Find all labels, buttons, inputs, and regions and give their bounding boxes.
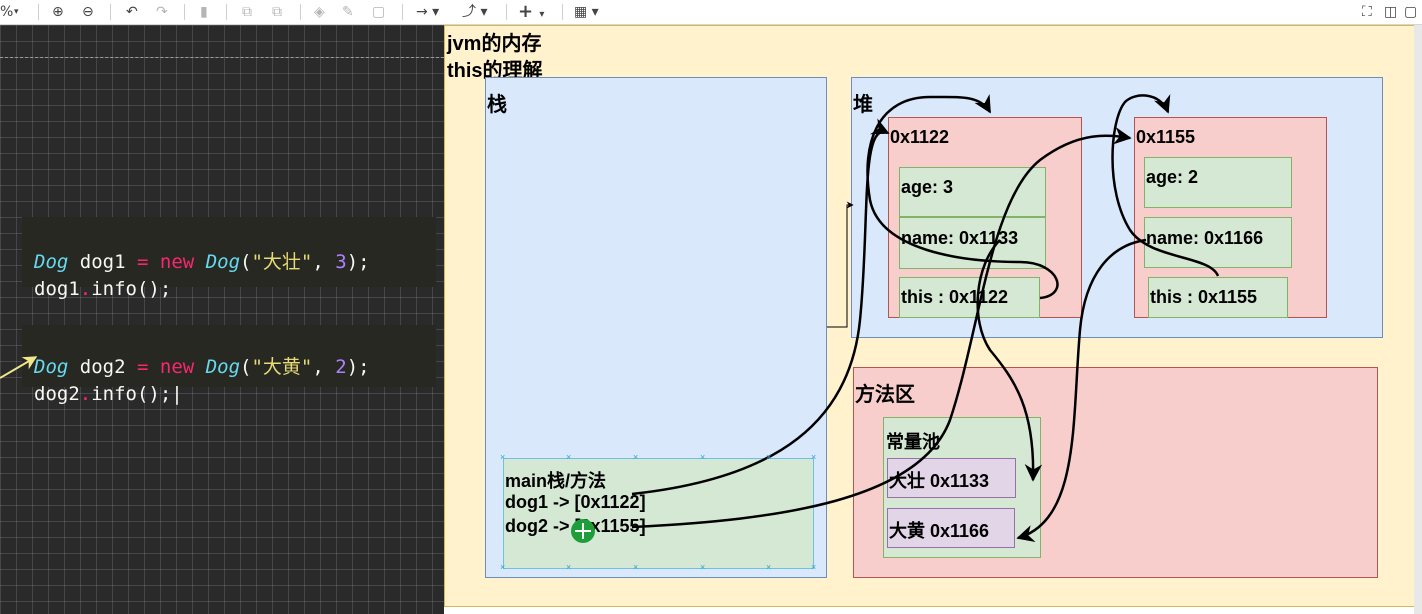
selection-handle[interactable]: ×: [566, 453, 571, 462]
diagram-connectors: [0, 93, 1220, 543]
selection-handle[interactable]: ×: [700, 453, 705, 462]
selection-handle[interactable]: ×: [811, 563, 816, 572]
selection-handle[interactable]: ×: [766, 453, 771, 462]
pointer-arrow: [0, 356, 38, 379]
stack-heap-connector: [827, 201, 854, 328]
selection-handle[interactable]: ×: [500, 453, 505, 462]
name2-string-arrow: [1016, 238, 1147, 542]
selection-handle[interactable]: ×: [500, 563, 505, 572]
selection-handle[interactable]: ×: [633, 563, 638, 572]
selection-handle[interactable]: ×: [766, 563, 771, 572]
this2-self-arrow: [1111, 94, 1220, 277]
selection-handle[interactable]: ×: [700, 563, 705, 572]
selection-handle[interactable]: ×: [633, 453, 638, 462]
cursor-icon: [571, 519, 595, 543]
dog1-ref-arrow: [631, 118, 890, 496]
dog2-ref-arrow: [631, 127, 1132, 529]
this1-self-arrow: [866, 93, 1059, 300]
selection-handle[interactable]: ×: [566, 563, 571, 572]
selection-handle[interactable]: ×: [811, 453, 816, 462]
